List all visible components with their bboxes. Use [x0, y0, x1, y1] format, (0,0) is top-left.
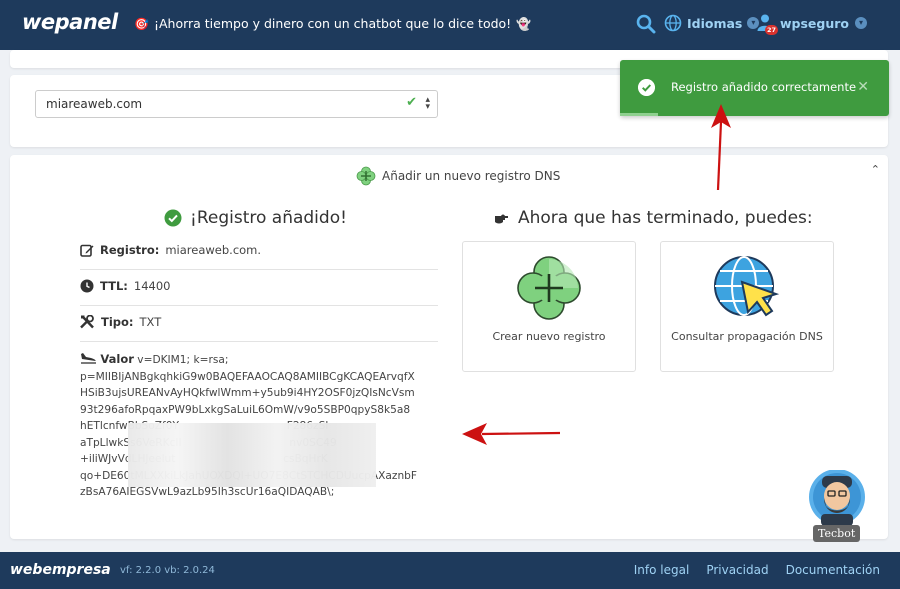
globe-icon: [664, 14, 682, 32]
languages-label: Idiomas: [687, 15, 743, 31]
ttl-value: 14400: [133, 279, 171, 293]
info-legal-link[interactable]: Info legal: [634, 563, 690, 577]
valor-line: v=DKIM1; k=rsa;: [137, 354, 229, 366]
user-icon: 27: [756, 13, 779, 35]
add-dns-record-toggle[interactable]: Añadir un nuevo registro DNS: [356, 166, 560, 186]
record-added-title: ¡Registro añadido!: [164, 208, 347, 228]
toast-progress-bar: [620, 113, 658, 116]
footer: webempresa vf: 2.2.0 vb: 2.0.24 Info leg…: [0, 552, 900, 589]
target-icon: 🎯: [134, 16, 149, 31]
valor-line: HSiB3ujsUREANvAyHQkfwlWmm+y5ub9i4HY2OSF0…: [80, 387, 415, 399]
ttl-label: TTL:: [100, 279, 128, 293]
divider: [80, 341, 438, 342]
sort-arrows-icon: ▴ ▾: [425, 95, 430, 112]
toast-message: Registro añadido correctamente: [671, 80, 857, 94]
add-dns-record-label: Añadir un nuevo registro DNS: [382, 169, 561, 183]
create-new-record-button[interactable]: Crear nuevo registro: [462, 241, 636, 372]
dns-record-card: Añadir un nuevo registro DNS ⌃ ¡Registro…: [10, 155, 888, 539]
languages-menu[interactable]: Idiomas ▾: [664, 14, 760, 32]
registro-value: miareaweb.com.: [165, 243, 262, 257]
tecbot-avatar-icon: [809, 469, 865, 526]
divider: [80, 305, 438, 306]
next-steps-title: Ahora que has terminado, puedes:: [493, 208, 813, 228]
tecbot-label: Tecbot: [813, 525, 861, 542]
search-icon[interactable]: [636, 14, 656, 34]
check-circle-icon: [164, 209, 182, 227]
next-steps-text: Ahora que has terminado, puedes:: [518, 208, 813, 228]
check-circle-icon: [638, 79, 655, 96]
divider: [80, 269, 438, 270]
check-icon: ✔: [406, 95, 417, 110]
hand-point-icon: [495, 214, 508, 223]
valor-line: 93t296afoRpqaxPW9bLxkgSaLuiL6OmW/v9o5SBP…: [80, 403, 411, 416]
wepanel-logo[interactable]: wepanel: [22, 10, 118, 34]
webempresa-logo[interactable]: webempresa: [10, 562, 111, 578]
success-toast: Registro añadido correctamente ✕: [620, 60, 889, 116]
valor-label: Valor: [100, 352, 134, 366]
valor-line: p=MIIBIjANBgkqhkiG9w0BAQEFAAOCAQ8AMIIBCg…: [80, 370, 415, 383]
check-dns-propagation-label: Consultar propagación DNS: [671, 330, 823, 343]
privacy-link[interactable]: Privacidad: [706, 563, 768, 577]
check-dns-propagation-button[interactable]: Consultar propagación DNS: [660, 241, 834, 372]
promo-text[interactable]: ¡Ahorra tiempo y dinero con un chatbot q…: [154, 16, 511, 31]
version-info: vf: 2.2.0 vb: 2.0.24: [120, 565, 215, 576]
tools-icon: [80, 315, 94, 329]
close-icon[interactable]: ✕: [857, 79, 869, 95]
clock-icon: [80, 279, 94, 293]
user-menu[interactable]: 27 wpseguro ▾: [756, 13, 868, 35]
registro-row: Registro: miareaweb.com.: [80, 243, 438, 257]
footer-links: Info legal Privacidad Documentación: [634, 563, 880, 577]
documentation-link[interactable]: Documentación: [786, 563, 880, 577]
plane-landing-icon: [81, 353, 96, 364]
add-clover-icon: [517, 256, 581, 320]
chevron-down-icon: ▾: [855, 17, 868, 29]
notification-badge: 27: [765, 25, 779, 35]
add-clover-icon: [356, 166, 376, 186]
tecbot-chat-launcher[interactable]: Tecbot: [808, 469, 868, 546]
globe-cursor-icon: [714, 256, 780, 317]
ttl-row: TTL: 14400: [80, 279, 438, 293]
create-new-record-label: Crear nuevo registro: [492, 330, 606, 343]
edit-icon: [80, 244, 94, 257]
tipo-label: Tipo:: [101, 315, 134, 329]
tipo-row: Tipo: TXT: [80, 315, 438, 329]
domain-select[interactable]: miareaweb.com ✔ ▴ ▾: [35, 90, 438, 118]
ghost-icon: 👻: [516, 16, 532, 31]
registro-label: Registro:: [100, 243, 160, 257]
chevron-up-icon[interactable]: ⌃: [871, 163, 880, 176]
domain-select-value: miareaweb.com: [46, 97, 143, 111]
chatbot-promo[interactable]: 🎯 ¡Ahorra tiempo y dinero con un chatbot…: [134, 16, 531, 31]
record-added-text: ¡Registro añadido!: [190, 208, 347, 228]
username-label: wpseguro: [780, 15, 850, 31]
redacted-area: [128, 423, 376, 487]
tipo-value: TXT: [139, 315, 162, 329]
top-navbar: wepanel 🎯 ¡Ahorra tiempo y dinero con un…: [0, 0, 900, 50]
